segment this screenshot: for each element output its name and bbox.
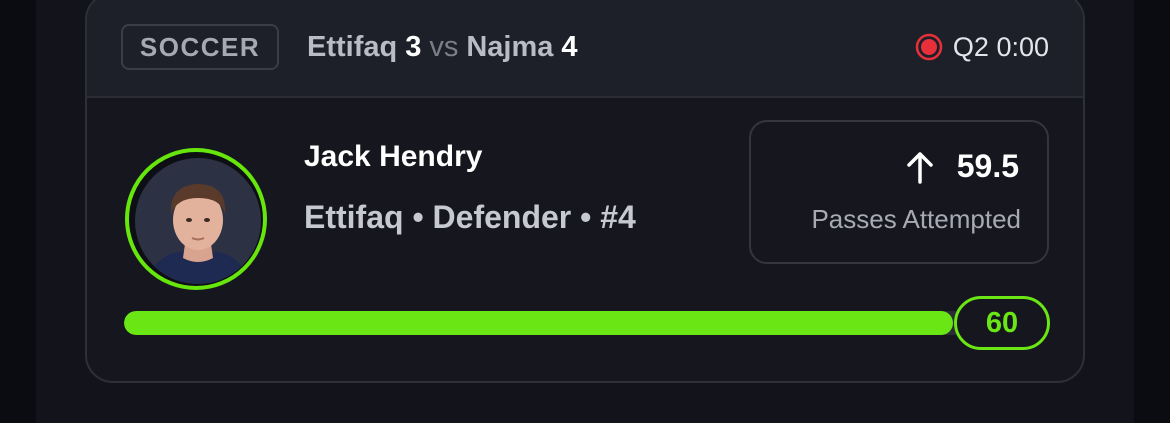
player-headshot bbox=[135, 158, 261, 284]
stat-label: Passes Attempted bbox=[811, 204, 1021, 234]
player-name: Jack Hendry bbox=[304, 140, 483, 173]
away-team-name: Najma bbox=[466, 31, 554, 63]
progress-value-badge: 60 bbox=[954, 296, 1050, 350]
home-team-score: 3 bbox=[405, 31, 422, 63]
stat-line-value: 59.5 bbox=[956, 148, 1019, 184]
matchup: Ettifaq 3 vs Najma 4 bbox=[307, 27, 578, 67]
home-team-name: Ettifaq bbox=[307, 31, 398, 63]
progress-fill bbox=[124, 311, 954, 335]
player-team-position: Ettifaq • Defender • #4 bbox=[304, 199, 636, 235]
away-team-score: 4 bbox=[561, 31, 578, 63]
game-header: SOCCER Ettifaq 3 vs Najma 4 Q2 0:00 bbox=[87, 0, 1083, 98]
sport-badge: SOCCER bbox=[121, 24, 279, 70]
live-record-icon bbox=[915, 33, 943, 61]
progress-bar bbox=[124, 311, 966, 335]
stat-line: 59.5 bbox=[905, 148, 1019, 185]
arrow-up-icon bbox=[905, 150, 935, 184]
versus-label: vs bbox=[429, 31, 459, 63]
player-prop-card[interactable]: SOCCER Ettifaq 3 vs Najma 4 Q2 0:00 Jack… bbox=[85, 0, 1085, 383]
live-status: Q2 0:00 bbox=[915, 27, 1049, 67]
game-clock: Q2 0:00 bbox=[952, 31, 1049, 62]
avatar bbox=[125, 148, 267, 290]
stat-line-box[interactable]: 59.5 Passes Attempted bbox=[749, 120, 1049, 264]
